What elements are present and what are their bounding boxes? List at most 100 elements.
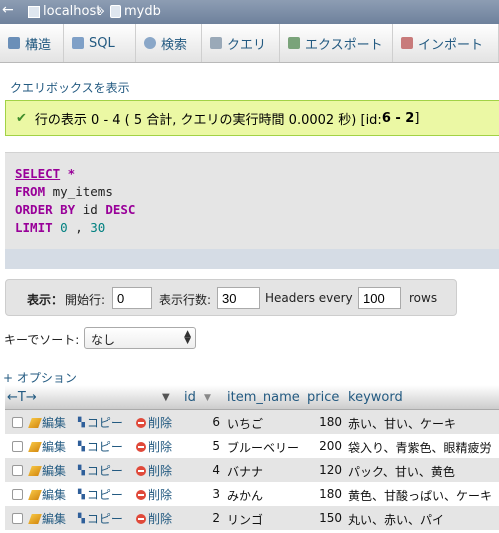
row-checkbox[interactable] [12,489,23,500]
copy-icon: ▚ [78,489,85,500]
column-header-price[interactable]: price [307,385,339,409]
sort-desc-icon: ▼ [204,393,211,403]
sql-box-footer [5,249,499,269]
sort-by-key-select[interactable]: なし ▲ ▼ [84,327,196,349]
delete-button[interactable]: 削除 [136,486,172,503]
cell-keyword: 袋入り、青紫色、眼精疲労 [348,441,492,455]
tab-sql-label: SQL [89,35,115,51]
success-text-suffix: ] [414,110,420,126]
sql-table-name: my_items [45,184,113,199]
options-link[interactable]: + オプション [3,369,77,386]
tab-search[interactable]: 検索 [136,24,202,62]
rows-count-label: 表示行数: [159,293,212,307]
breadcrumb-server[interactable]: localhost [28,4,101,19]
edit-button[interactable]: 編集 [28,462,66,479]
column-arrows-toggle[interactable]: ←T→ [7,385,37,409]
cell-item-name: ブルーベリー [227,441,300,455]
breadcrumb-database[interactable]: mydb [110,4,161,19]
row-checkbox[interactable] [12,417,23,428]
success-message: ✔ 行の表示 0 - 4 ( 5 合計, クエリの実行時間 0.0002 秒) … [5,100,499,136]
column-header-keyword[interactable]: keyword [348,385,403,409]
table-row: 編集 ▚ コピー 削除 2 リンゴ 150 丸い、赤い、パイ [5,506,499,530]
navigation-box: 表示： 開始行: 表示行数: Headers every rows [5,279,457,316]
delete-button[interactable]: 削除 [136,510,172,527]
success-text-prefix: 行の表示 0 - 4 ( 5 合計, クエリの実行時間 0.0002 秒) [i… [34,112,382,128]
tab-export[interactable]: エクスポート [280,24,393,62]
headers-every-label: Headers every [265,291,353,305]
sql-limit-count: 30 [90,220,106,235]
edit-button[interactable]: 編集 [28,414,66,431]
sql-limit-comma: , [67,220,91,235]
copy-label: コピー [86,512,123,526]
copy-icon: ▚ [78,417,85,428]
edit-button[interactable]: 編集 [28,438,66,455]
table-row: 編集 ▚ コピー 削除 4 バナナ 120 パック、甘い、黄色 [5,458,499,482]
rows-count-input[interactable] [217,287,260,309]
sort-dropdown-icon[interactable]: ▼ [162,385,170,409]
delete-button[interactable]: 削除 [136,414,172,431]
table-row: 編集 ▚ コピー 削除 3 みかん 180 黄色、甘酸っぱい、ケーキ [5,482,499,506]
table-header: ←T→ ▼ id ▼ item_name price keyword [5,385,499,410]
cell-keyword: 丸い、赤い、パイ [348,513,445,527]
copy-icon: ▚ [78,465,85,476]
copy-icon: ▚ [78,513,85,524]
edit-button[interactable]: 編集 [28,486,66,503]
tab-sql[interactable]: SQL [64,24,136,62]
sql-desc-keyword: DESC [105,202,136,217]
delete-label: 削除 [148,440,173,454]
pencil-icon [28,417,42,428]
sql-limit-offset: 0 [52,220,68,235]
structure-icon [8,37,20,49]
tab-export-label: エクスポート [305,37,383,53]
delete-icon [136,417,146,428]
delete-label: 削除 [148,464,173,478]
database-icon [110,5,121,18]
cell-price: 180 [319,415,342,429]
cell-price: 120 [319,463,342,477]
query-icon [210,37,222,49]
copy-button[interactable]: ▚ コピー [78,438,123,455]
show-label: 表示： [27,293,64,307]
delete-label: 削除 [148,488,173,502]
tab-query[interactable]: クエリ [202,24,280,62]
headers-every-input[interactable] [358,287,401,309]
copy-button[interactable]: ▚ コピー [78,414,123,431]
cell-id: 6 [212,415,220,429]
sql-select-keyword[interactable]: SELECT [15,166,60,181]
copy-button[interactable]: ▚ コピー [78,486,123,503]
back-arrow-icon[interactable]: ← [2,2,14,18]
tab-structure[interactable]: 構造 [0,24,64,62]
server-icon [28,5,40,18]
column-header-id[interactable]: id [184,385,196,409]
sql-limit-keyword: LIMIT [15,220,53,235]
start-row-label: 開始行: [65,293,106,307]
copy-icon: ▚ [78,441,85,452]
success-id-range: 6 - 2 [381,110,415,126]
edit-button[interactable]: 編集 [28,510,66,527]
start-row-input[interactable] [112,287,152,309]
cell-item-name: みかん [227,489,264,503]
tab-import[interactable]: インポート [393,24,499,62]
sql-order-keyword: ORDER BY [15,202,76,217]
cell-price: 180 [319,487,342,501]
cell-id: 4 [212,463,220,477]
pencil-icon [28,465,42,476]
breadcrumb-server-label[interactable]: localhost [43,4,101,19]
column-header-item-name[interactable]: item_name [227,385,300,409]
delete-icon [136,489,146,500]
delete-button[interactable]: 削除 [136,462,172,479]
row-checkbox[interactable] [12,465,23,476]
copy-button[interactable]: ▚ コピー [78,462,123,479]
breadcrumb-db-label[interactable]: mydb [124,4,161,19]
copy-button[interactable]: ▚ コピー [78,510,123,527]
tab-structure-label: 構造 [25,37,52,53]
tab-import-label: インポート [418,37,484,53]
cell-price: 200 [319,439,342,453]
show-query-box-link[interactable]: クエリボックスを表示 [10,79,130,96]
row-checkbox[interactable] [12,513,23,524]
row-checkbox[interactable] [12,441,23,452]
delete-button[interactable]: 削除 [136,438,172,455]
import-icon [401,37,413,49]
cell-id: 3 [212,487,220,501]
breadcrumb-separator: » [97,4,105,19]
